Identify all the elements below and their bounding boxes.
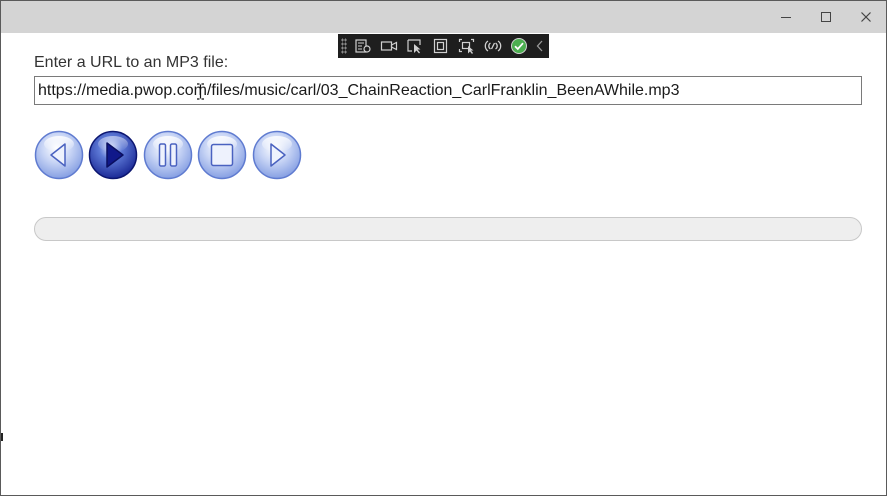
url-label: Enter a URL to an MP3 file: <box>34 54 229 71</box>
close-icon <box>861 12 871 22</box>
collapse-chevron-icon <box>536 40 543 52</box>
hot-reload-icon <box>484 40 502 52</box>
display-adorners-button[interactable] <box>428 35 454 57</box>
maximize-button[interactable] <box>806 1 846 33</box>
maximize-icon <box>821 12 831 22</box>
minimize-icon <box>781 17 791 18</box>
title-bar[interactable] <box>1 1 886 33</box>
play-button[interactable] <box>88 130 138 180</box>
play-icon <box>88 130 138 180</box>
video-icon <box>380 41 398 51</box>
previous-button[interactable] <box>34 130 84 180</box>
minimize-button[interactable] <box>766 1 806 33</box>
stop-button[interactable] <box>197 130 247 180</box>
track-focus-icon <box>458 38 475 54</box>
pause-button[interactable] <box>143 130 193 180</box>
display-adorners-icon <box>433 38 448 54</box>
binding-check-button[interactable] <box>506 35 532 57</box>
pause-icon <box>143 130 193 180</box>
select-element-icon <box>407 39 421 54</box>
collapse-toolbar-button[interactable] <box>532 35 548 57</box>
video-button[interactable] <box>376 35 402 57</box>
previous-icon <box>34 130 84 180</box>
close-button[interactable] <box>846 1 886 33</box>
hot-reload-button[interactable] <box>480 35 506 57</box>
track-focus-button[interactable] <box>454 35 480 57</box>
edge-marker <box>1 433 3 441</box>
debug-toolbar <box>338 34 549 58</box>
live-visual-tree-button[interactable] <box>350 35 376 57</box>
playback-progress-bar[interactable] <box>34 217 862 241</box>
live-visual-tree-icon <box>355 39 371 53</box>
check-circle-icon <box>511 38 527 54</box>
url-input[interactable] <box>34 76 862 105</box>
drag-grip-icon[interactable] <box>341 38 347 54</box>
app-window: Enter a URL to an MP3 file: <box>0 0 887 496</box>
next-icon <box>252 130 302 180</box>
next-button[interactable] <box>252 130 302 180</box>
text-cursor-icon <box>197 83 204 100</box>
stop-icon <box>197 130 247 180</box>
select-element-button[interactable] <box>402 35 428 57</box>
